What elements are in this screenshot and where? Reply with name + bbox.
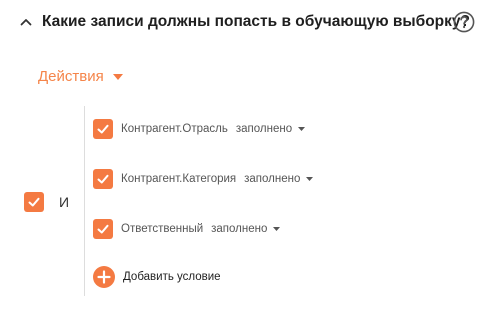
actions-label: Действия <box>38 68 104 85</box>
condition-checkbox[interactable] <box>93 169 113 189</box>
condition-row: Контрагент.Категория заполнено <box>93 168 314 190</box>
section-title: Какие записи должны попасть в обучающую … <box>42 13 470 30</box>
caret-down-icon <box>273 227 281 231</box>
collapse-section-button[interactable] <box>18 14 34 30</box>
help-circle-icon <box>453 11 475 33</box>
add-condition-button[interactable]: Добавить условие <box>93 266 221 288</box>
checkmark-icon <box>97 124 109 134</box>
chevron-up-icon <box>20 19 32 26</box>
caret-down-icon <box>298 127 306 131</box>
condition-row: Контрагент.Отрасль заполнено <box>93 118 306 140</box>
condition-operator-label: заполнено <box>235 123 293 135</box>
condition-row: Ответственный заполнено <box>93 218 281 240</box>
condition-checkbox[interactable] <box>93 119 113 139</box>
condition-field[interactable]: Ответственный <box>121 221 203 237</box>
add-condition-label: Добавить условие <box>123 271 221 283</box>
checkmark-icon <box>28 197 40 207</box>
checkmark-icon <box>97 224 109 234</box>
checkmark-icon <box>97 174 109 184</box>
condition-operator-dropdown[interactable]: заполнено <box>244 171 314 187</box>
condition-checkbox[interactable] <box>93 219 113 239</box>
condition-field[interactable]: Контрагент.Категория <box>121 171 236 187</box>
help-button[interactable] <box>453 11 475 33</box>
caret-down-icon <box>112 74 123 80</box>
condition-operator-label: заполнено <box>244 173 301 185</box>
plus-icon <box>93 266 115 288</box>
condition-operator-dropdown[interactable]: заполнено <box>235 121 306 137</box>
caret-down-icon <box>306 177 314 181</box>
condition-field[interactable]: Контрагент.Отрасль <box>121 121 228 137</box>
group-operator[interactable]: И <box>59 193 69 211</box>
group-divider <box>84 106 85 296</box>
actions-dropdown[interactable]: Действия <box>38 66 123 88</box>
condition-operator-dropdown[interactable]: заполнено <box>211 221 281 237</box>
condition-operator-label: заполнено <box>211 223 268 235</box>
group-checkbox[interactable] <box>24 192 44 212</box>
